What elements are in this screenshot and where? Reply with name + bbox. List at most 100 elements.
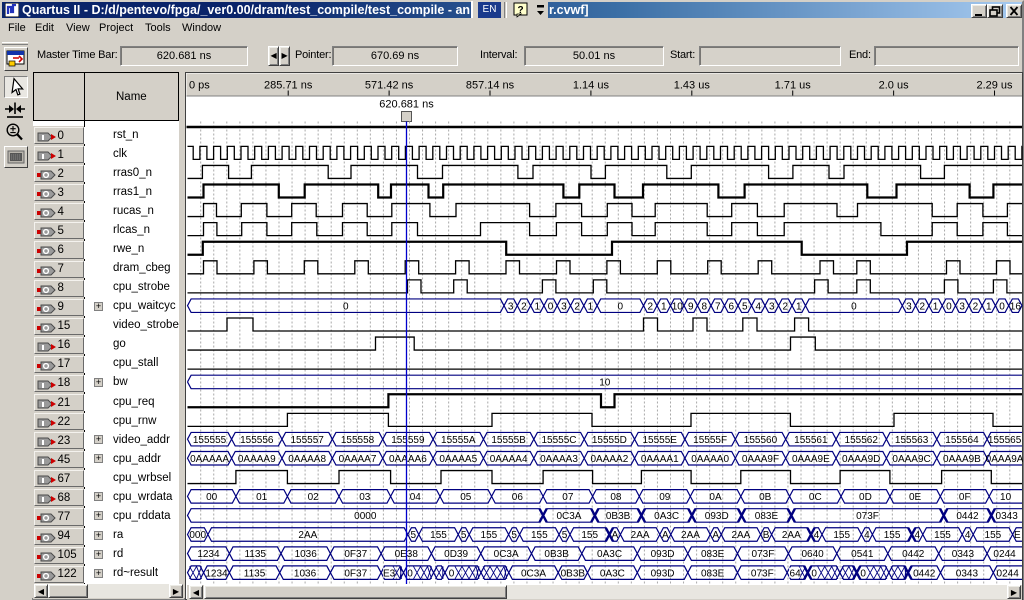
svg-text:155561: 155561: [794, 435, 828, 446]
svg-text:0B3B: 0B3B: [561, 568, 586, 579]
svg-text:B: B: [763, 530, 770, 541]
svg-text:0442: 0442: [902, 549, 925, 560]
svg-text:0AAAA2: 0AAAA2: [590, 454, 628, 465]
svg-text:15555C: 15555C: [541, 435, 576, 446]
svg-text:2: 2: [521, 301, 527, 312]
svg-text:0: 0: [999, 301, 1005, 312]
svg-text:?: ?: [517, 5, 523, 16]
svg-text:5: 5: [461, 530, 467, 541]
svg-text:0B3B: 0B3B: [544, 549, 569, 560]
svg-text:64: 64: [790, 568, 802, 579]
svg-text:0343: 0343: [952, 549, 975, 560]
svg-text:0: 0: [449, 568, 455, 579]
svg-text:0AAA9E: 0AAA9E: [792, 454, 830, 465]
svg-text:0AAAA4: 0AAAA4: [490, 454, 528, 465]
svg-text:04: 04: [410, 492, 422, 503]
svg-text:0AAA9F: 0AAA9F: [742, 454, 779, 465]
svg-text:2: 2: [782, 301, 788, 312]
svg-text:0AAAA9: 0AAAA9: [238, 454, 276, 465]
svg-text:03: 03: [359, 492, 371, 503]
svg-text:0AAA9B: 0AAA9B: [943, 454, 981, 465]
svg-text:0343: 0343: [956, 568, 979, 579]
svg-text:2.0 us: 2.0 us: [879, 80, 909, 92]
svg-text:15555F: 15555F: [693, 435, 727, 446]
svg-text:01: 01: [256, 492, 268, 503]
svg-text:1.14 us: 1.14 us: [573, 80, 610, 92]
svg-text:155562: 155562: [845, 435, 879, 446]
svg-text:07: 07: [562, 492, 574, 503]
svg-text:10: 10: [1000, 492, 1012, 503]
svg-text:155555: 155555: [193, 435, 227, 446]
svg-text:10: 10: [599, 378, 611, 389]
svg-text:155: 155: [581, 530, 598, 541]
svg-text:1036: 1036: [295, 549, 318, 560]
svg-text:155556: 155556: [240, 435, 274, 446]
svg-text:08: 08: [610, 492, 622, 503]
svg-text:000: 000: [189, 530, 206, 541]
svg-text:0AAA9D: 0AAA9D: [842, 454, 880, 465]
svg-text:06: 06: [512, 492, 524, 503]
svg-text:0 ps: 0 ps: [189, 80, 210, 92]
svg-text:0442: 0442: [913, 568, 936, 579]
svg-text:0AAA9A: 0AAA9A: [986, 454, 1023, 465]
svg-text:0AAAA8: 0AAAA8: [288, 454, 326, 465]
svg-text:2: 2: [647, 301, 653, 312]
svg-text:093D: 093D: [651, 549, 675, 560]
svg-text:1: 1: [796, 301, 802, 312]
svg-text:E: E: [1014, 530, 1021, 541]
svg-text:083E: 083E: [701, 549, 725, 560]
svg-text:155565: 155565: [988, 435, 1022, 446]
svg-text:0A3C: 0A3C: [600, 568, 625, 579]
svg-text:A: A: [662, 530, 669, 541]
svg-text:1135: 1135: [244, 568, 266, 579]
svg-text:155558: 155558: [341, 435, 375, 446]
svg-text:2.29 us: 2.29 us: [976, 80, 1013, 92]
svg-text:155559: 155559: [391, 435, 425, 446]
svg-text:0D: 0D: [859, 492, 872, 503]
svg-text:0: 0: [860, 568, 866, 579]
svg-text:083E: 083E: [701, 568, 725, 579]
svg-text:0541: 0541: [851, 549, 874, 560]
svg-text:093D: 093D: [705, 511, 729, 522]
svg-text:155: 155: [884, 530, 901, 541]
svg-text:5: 5: [742, 301, 748, 312]
svg-text:0C: 0C: [809, 492, 822, 503]
svg-text:0F37: 0F37: [344, 549, 367, 560]
svg-text:1: 1: [588, 301, 594, 312]
svg-text:0C3A: 0C3A: [494, 549, 519, 560]
svg-text:05: 05: [460, 492, 472, 503]
svg-text:155564: 155564: [945, 435, 979, 446]
svg-text:0F: 0F: [959, 492, 971, 503]
svg-text:0244: 0244: [993, 549, 1016, 560]
svg-text:0000: 0000: [354, 511, 377, 522]
svg-text:1234: 1234: [197, 549, 220, 560]
svg-text:1: 1: [661, 301, 667, 312]
svg-text:0AAAA1: 0AAAA1: [641, 454, 679, 465]
svg-text:1: 1: [534, 301, 540, 312]
svg-text:3: 3: [508, 301, 514, 312]
svg-text:3: 3: [561, 301, 567, 312]
svg-text:02: 02: [308, 492, 320, 503]
svg-text:155: 155: [481, 530, 498, 541]
svg-text:0AAAA5: 0AAAA5: [439, 454, 477, 465]
svg-text:0: 0: [343, 301, 349, 312]
svg-text:155: 155: [430, 530, 447, 541]
svg-text:2: 2: [919, 301, 925, 312]
svg-text:0A3C: 0A3C: [597, 549, 622, 560]
svg-text:155: 155: [531, 530, 548, 541]
svg-text:3: 3: [769, 301, 775, 312]
svg-text:0: 0: [811, 568, 817, 579]
svg-text:0: 0: [946, 301, 952, 312]
svg-text:1: 1: [933, 301, 939, 312]
svg-text:073F: 073F: [751, 568, 774, 579]
svg-text:0: 0: [548, 301, 554, 312]
svg-text:0: 0: [618, 301, 624, 312]
svg-text:15555A: 15555A: [441, 435, 476, 446]
svg-text:3: 3: [906, 301, 912, 312]
svg-text:0AAAA3: 0AAAA3: [540, 454, 578, 465]
svg-text:15555D: 15555D: [592, 435, 627, 446]
svg-text:2AA: 2AA: [782, 530, 801, 541]
svg-text:2: 2: [574, 301, 580, 312]
svg-text:093D: 093D: [651, 568, 675, 579]
svg-text:4: 4: [965, 530, 971, 541]
